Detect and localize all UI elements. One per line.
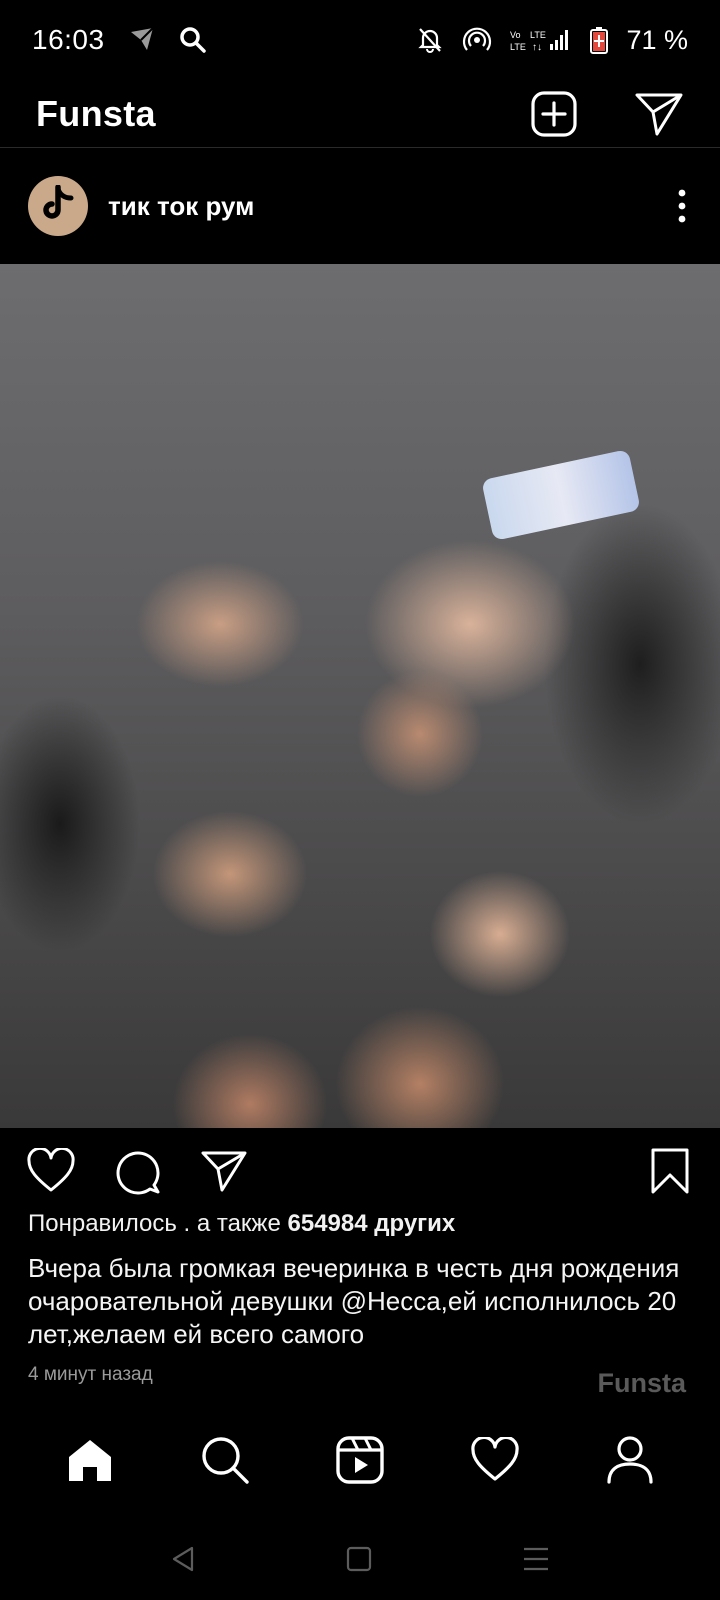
add-post-icon[interactable] <box>530 90 578 138</box>
bookmark-icon[interactable] <box>650 1147 690 1195</box>
system-nav <box>0 1518 720 1600</box>
status-time: 16:03 <box>32 24 105 55</box>
hotspot-icon <box>462 25 492 55</box>
profile-icon[interactable] <box>590 1420 670 1500</box>
reels-icon[interactable] <box>320 1420 400 1500</box>
volte-lte-signal-icon: Vo LTE LTE ↑↓ <box>510 26 572 54</box>
home-square-icon[interactable] <box>346 1546 372 1572</box>
status-bar: 16:03 Vo LTE LTE ↑↓ 71 % <box>0 0 720 80</box>
post-caption: Вчера была громкая вечеринка в честь дня… <box>28 1253 680 1349</box>
svg-text:↑↓: ↑↓ <box>532 42 542 53</box>
app-title: Funsta <box>36 92 156 134</box>
svg-text:LTE: LTE <box>510 42 526 52</box>
back-icon[interactable] <box>170 1545 196 1573</box>
post-photo[interactable] <box>0 264 720 1128</box>
home-icon[interactable] <box>50 1420 130 1500</box>
battery-icon <box>590 26 609 54</box>
likes-prefix: Понравилось . а также <box>28 1210 288 1237</box>
recents-icon[interactable] <box>522 1546 550 1572</box>
tiktok-logo-icon <box>41 183 75 228</box>
avatar[interactable] <box>28 176 88 236</box>
search-icon[interactable] <box>185 1420 265 1500</box>
share-icon[interactable] <box>200 1149 248 1193</box>
battery-percentage: 71 % <box>626 24 688 55</box>
search-icon <box>179 26 207 54</box>
bottom-nav <box>0 1410 720 1510</box>
activity-heart-icon[interactable] <box>455 1420 535 1500</box>
likes-text[interactable]: Понравилось . а также 654984 других <box>28 1210 455 1238</box>
heart-icon[interactable] <box>26 1148 76 1194</box>
svg-text:Vo: Vo <box>510 30 521 40</box>
location-shield-icon <box>127 26 157 54</box>
direct-send-icon[interactable] <box>634 91 684 137</box>
post-actions <box>0 1128 720 1214</box>
svg-text:LTE: LTE <box>530 30 546 40</box>
watermark: Funsta <box>597 1368 686 1398</box>
post-header: тик ток рум <box>0 148 720 264</box>
post-username[interactable]: тик ток рум <box>108 191 254 222</box>
more-vertical-icon[interactable] <box>676 188 688 224</box>
mute-bell-icon <box>416 26 444 54</box>
likes-count: 654984 других <box>287 1210 456 1237</box>
post-timestamp: 4 минут назад <box>28 1364 153 1385</box>
phone-in-photo <box>481 449 641 541</box>
comment-icon[interactable] <box>114 1147 162 1195</box>
app-header: Funsta <box>0 80 720 148</box>
